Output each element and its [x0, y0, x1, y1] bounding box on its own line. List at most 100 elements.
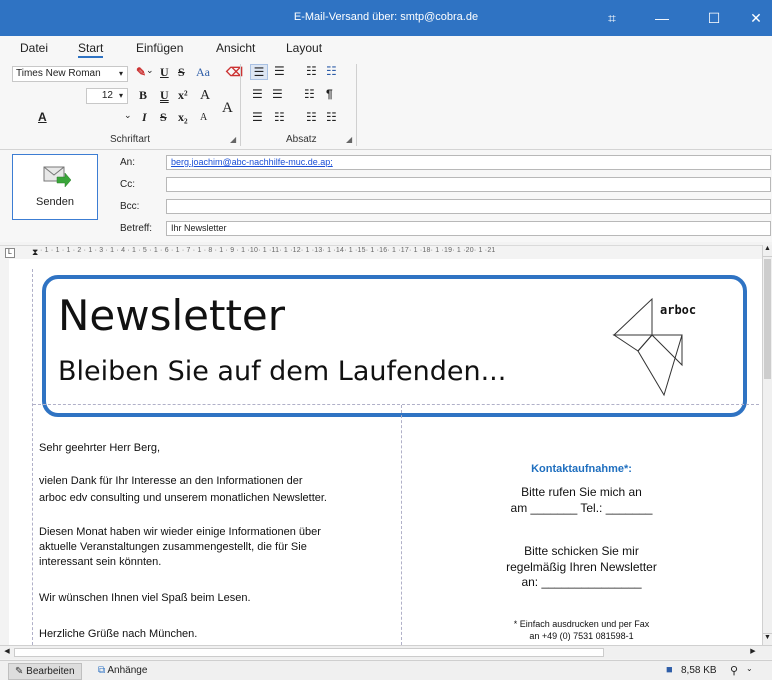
contact-call-line: am _______ Tel.: _______ — [510, 501, 653, 515]
double-underline-button[interactable]: U — [160, 88, 169, 103]
ribbon-separator — [240, 64, 241, 146]
attachment-icon: ⧉ — [98, 665, 106, 676]
contact-call-text: Bitte rufen Sie mich an — [521, 485, 642, 499]
title-bar: E-Mail-Versand über: smtp@cobra.de ⌗ — ☐… — [0, 0, 772, 36]
scroll-down-icon[interactable]: ▼ — [763, 633, 772, 645]
chevron-down-icon[interactable]: ⌄ — [746, 664, 753, 673]
outdent-icon[interactable]: ☷ — [326, 110, 337, 124]
newsletter-title: Newsletter — [58, 291, 286, 340]
bold-button[interactable]: B — [139, 88, 147, 103]
underline-button[interactable]: U — [160, 65, 169, 80]
to-field[interactable]: berg.joachim@abc-nachhilfe-muc.de.ap; — [166, 155, 771, 170]
newsletter-banner: Newsletter Bleiben Sie auf dem Laufenden… — [42, 275, 747, 417]
line-spacing-icon[interactable]: ☰ — [272, 87, 283, 101]
menu-datei[interactable]: Datei — [20, 41, 48, 55]
table-border — [33, 404, 759, 405]
editor-area[interactable]: Newsletter Bleiben Sie auf dem Laufenden… — [9, 259, 762, 645]
ribbon: Times New Roman ▾ 12 ▾ A ✎ ⌄ U S Aa ⌫ B … — [0, 60, 772, 150]
margin-guide — [32, 269, 33, 645]
superscript-button[interactable]: x² — [178, 88, 188, 103]
bullet-list-icon[interactable]: ☷ — [274, 110, 285, 124]
italic-button[interactable]: I — [142, 110, 147, 125]
bcc-field[interactable] — [166, 199, 771, 214]
horizontal-scroll-thumb[interactable] — [14, 648, 604, 657]
font-size-select[interactable]: 12 ▾ — [86, 88, 128, 104]
chevron-down-icon: ▾ — [118, 91, 123, 100]
vertical-scrollbar[interactable]: ▲ ▼ — [762, 245, 772, 645]
font-size-big-button[interactable]: A — [222, 100, 233, 117]
maximize-button[interactable]: ☐ — [694, 0, 734, 36]
highlight-icon[interactable]: ✎ — [136, 65, 146, 79]
font-size-value: 12 — [101, 90, 113, 101]
contact-send-line-3: an: _______________ — [521, 575, 642, 589]
shrink-font-button[interactable]: A — [200, 112, 207, 123]
to-label: An: — [120, 157, 136, 168]
grow-font-button[interactable]: A — [200, 88, 210, 104]
scroll-left-icon[interactable]: ◀ — [2, 647, 12, 658]
indent-marker-icon[interactable]: ⧗ — [32, 247, 38, 258]
list-numbered-icon[interactable]: ☷ — [306, 64, 317, 78]
save-icon: ■ — [666, 664, 673, 676]
closing-text: Herzliche Grüße nach München. — [39, 628, 198, 640]
footnote-line-2: an +49 (0) 7531 081598-1 — [529, 631, 634, 641]
newsletter-subtitle: Bleiben Sie auf dem Laufenden... — [58, 356, 507, 387]
chevron-down-icon[interactable]: ⌄ — [146, 65, 154, 76]
tab-anhaenge[interactable]: ⧉ Anhänge — [92, 663, 153, 680]
dialog-launcher-icon[interactable]: ◢ — [230, 135, 236, 144]
justify-icon[interactable]: ☰ — [252, 110, 263, 124]
group-label-font: Schriftart — [110, 134, 151, 145]
cc-field[interactable] — [166, 177, 771, 192]
scroll-right-icon[interactable]: ▶ — [748, 647, 758, 658]
indent-icon[interactable]: ☷ — [306, 110, 317, 124]
strikethrough-button[interactable]: S — [178, 65, 185, 80]
paragraph-2-line-3: interessant sein könnten. — [39, 556, 162, 568]
list-indent-icon[interactable]: ☷ — [304, 87, 315, 101]
paragraph-2-line-2: aktuelle Veranstaltungen zusammengestell… — [39, 541, 307, 553]
menu-ansicht[interactable]: Ansicht — [216, 41, 255, 55]
paragraph-mark-button[interactable]: ¶ — [326, 87, 333, 101]
chevron-down-icon[interactable]: ⌄ — [124, 110, 132, 121]
strike-button[interactable]: S — [160, 110, 167, 125]
greeting-text: Sehr geehrter Herr Berg, — [39, 442, 161, 454]
menu-einfuegen[interactable]: Einfügen — [136, 41, 183, 55]
zoom-icon[interactable]: ⚲ — [730, 664, 738, 677]
subject-label: Betreff: — [120, 223, 153, 234]
bcc-label: Bcc: — [120, 201, 140, 212]
contact-send-line-2: regelmäßig Ihren Newsletter — [506, 560, 657, 574]
ruler: L ⧗ · 1 · 1 · 1 · 2 · 1 · 3 · 1 · 4 · 1 … — [0, 245, 772, 259]
tab-stop-icon[interactable]: L — [5, 248, 15, 258]
align-center-icon[interactable]: ☰ — [274, 64, 285, 78]
chevron-down-icon: ▾ — [118, 69, 123, 78]
subject-field[interactable]: Ihr Newsletter — [166, 221, 771, 236]
table-border — [401, 405, 402, 645]
status-bar: ✎ Bearbeiten ⧉ Anhänge ■ 8,58 KB ⚲ ⌄ — [0, 660, 772, 680]
align-right-icon[interactable]: ☰ — [252, 87, 263, 101]
minimize-button[interactable]: — — [642, 0, 682, 36]
tab-bearbeiten[interactable]: ✎ Bearbeiten — [8, 663, 82, 680]
font-color-button[interactable]: A — [38, 110, 47, 124]
send-button-label: Senden — [36, 196, 74, 208]
send-button[interactable]: Senden — [12, 154, 98, 220]
subscript-button[interactable]: x₂ — [178, 110, 188, 125]
group-label-paragraph: Absatz — [286, 134, 317, 145]
menu-start[interactable]: Start — [78, 41, 104, 58]
change-case-button[interactable]: Aa — [196, 65, 210, 80]
paragraph-1-line-2: arboc edv consulting und unserem monatli… — [39, 492, 327, 504]
font-name-select[interactable]: Times New Roman ▾ — [12, 66, 128, 82]
menu-bar: Datei Start Einfügen Ansicht Layout — [0, 36, 772, 60]
menu-layout[interactable]: Layout — [286, 41, 322, 55]
dialog-launcher-icon[interactable]: ◢ — [346, 135, 352, 144]
font-name-value: Times New Roman — [16, 68, 101, 79]
horizontal-scrollbar[interactable]: ◀ ▶ — [0, 645, 772, 659]
vertical-scroll-thumb[interactable] — [764, 259, 771, 379]
scroll-up-icon[interactable]: ▲ — [763, 245, 772, 257]
close-button[interactable]: ✕ — [736, 0, 772, 36]
ruler-scale: · 1 · 1 · 1 · 2 · 1 · 3 · 1 · 4 · 1 · 5 … — [40, 247, 496, 254]
snap-icon[interactable]: ⌗ — [592, 0, 632, 36]
send-mail-icon — [43, 166, 71, 188]
paragraph-2-line-1: Diesen Monat haben wir wieder einige Inf… — [39, 526, 321, 538]
logo-text: arboc — [660, 303, 697, 317]
list-style-icon[interactable]: ☷ — [326, 64, 337, 78]
align-left-icon[interactable]: ☰ — [250, 64, 268, 80]
contact-title: Kontaktaufnahme*: — [531, 463, 632, 475]
